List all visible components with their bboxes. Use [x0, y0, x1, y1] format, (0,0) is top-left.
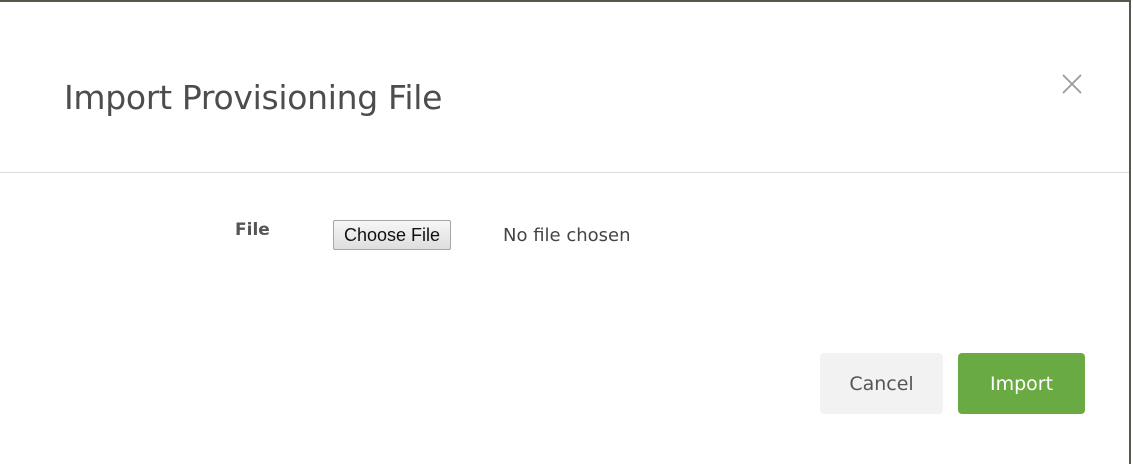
file-label: File: [235, 220, 270, 240]
cancel-button[interactable]: Cancel: [820, 353, 943, 414]
close-button[interactable]: [1055, 67, 1089, 101]
choose-file-button[interactable]: Choose File: [333, 220, 452, 250]
import-button[interactable]: Import: [958, 353, 1085, 414]
import-provisioning-dialog: Import Provisioning File File Choose Fil…: [0, 0, 1131, 464]
close-icon: [1062, 74, 1082, 94]
dialog-header: Import Provisioning File: [0, 2, 1129, 173]
dialog-title: Import Provisioning File: [64, 78, 443, 117]
file-field-row: File Choose File No file chosen: [0, 216, 1129, 256]
file-status-text: No file chosen: [503, 225, 631, 246]
